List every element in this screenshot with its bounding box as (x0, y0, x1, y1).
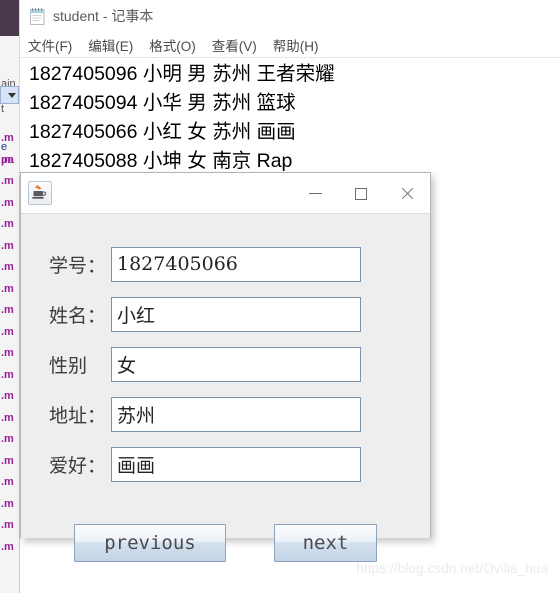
list-item[interactable]: .m (0, 322, 19, 344)
list-item[interactable]: .m (0, 150, 19, 172)
student-info-dialog: 学号： 1827405066 姓名： 小红 性别 女 地址： 苏州 爱好： 画画… (20, 172, 431, 562)
list-item[interactable]: .m (0, 128, 19, 150)
address-input[interactable]: 苏州 (111, 396, 361, 432)
menu-file[interactable]: 文件(F) (28, 35, 72, 55)
form-row-student-id: 学号： 1827405066 (21, 246, 430, 282)
close-icon (400, 187, 414, 201)
list-item[interactable]: .m (0, 472, 19, 494)
student-id-label: 学号： (49, 254, 107, 277)
form-row-gender: 性别 女 (21, 346, 430, 382)
next-button[interactable]: next (274, 524, 377, 562)
notepad-menubar: 文件(F) 编辑(E) 格式(O) 查看(V) 帮助(H) (20, 32, 559, 58)
minimize-button[interactable] (292, 173, 338, 214)
list-item[interactable]: .m (0, 429, 19, 451)
notepad-text-area[interactable]: 1827405096 小明 男 苏州 王者荣耀 1827405094 小华 男 … (20, 58, 559, 176)
list-item[interactable]: .m (0, 515, 19, 537)
list-item[interactable]: .m (0, 343, 19, 365)
menu-view[interactable]: 查看(V) (212, 35, 257, 55)
notepad-window: student - 记事本 文件(F) 编辑(E) 格式(O) 查看(V) 帮助… (19, 0, 559, 176)
form-row-name: 姓名： 小红 (21, 296, 430, 332)
list-item[interactable]: .m (0, 257, 19, 279)
list-item[interactable]: .m (0, 236, 19, 258)
form-row-address: 地址： 苏州 (21, 396, 430, 432)
ide-titlebar-strip (0, 0, 19, 36)
list-item[interactable]: .m (0, 537, 19, 559)
menu-edit[interactable]: 编辑(E) (88, 35, 133, 55)
list-item[interactable]: .m (0, 193, 19, 215)
name-input[interactable]: 小红 (111, 296, 361, 332)
list-item[interactable]: .m (0, 279, 19, 301)
text-line: 1827405066 小红 女 苏州 画画 (29, 121, 296, 143)
menu-format[interactable]: 格式(O) (149, 35, 196, 55)
hobby-input[interactable]: 画画 (111, 446, 361, 482)
menu-help[interactable]: 帮助(H) (273, 35, 319, 55)
notepad-titlebar[interactable]: student - 记事本 (20, 0, 559, 32)
close-button[interactable] (384, 173, 430, 214)
watermark: https://blog.csdn.net/Ovilia_hua (356, 561, 548, 576)
list-item[interactable]: .m (0, 300, 19, 322)
form-row-hobby: 爱好： 画画 (21, 446, 430, 482)
previous-button[interactable]: previous (74, 524, 226, 562)
gender-input[interactable]: 女 (111, 346, 361, 382)
hobby-label: 爱好： (49, 454, 107, 477)
student-id-input[interactable]: 1827405066 (111, 246, 361, 282)
address-label: 地址： (49, 404, 107, 427)
dialog-body: 学号： 1827405066 姓名： 小红 性别 女 地址： 苏州 爱好： 画画… (21, 214, 430, 562)
minimize-icon (308, 193, 322, 194)
notepad-icon (29, 7, 46, 26)
name-label: 姓名： (49, 304, 107, 327)
list-item[interactable]: .m (0, 386, 19, 408)
dialog-button-bar: previous next (21, 522, 430, 564)
text-line: 1827405094 小华 男 苏州 篮球 (29, 92, 296, 114)
list-item[interactable]: .m (0, 171, 19, 193)
gender-label: 性别 (49, 354, 88, 377)
dialog-titlebar[interactable] (21, 173, 430, 214)
list-item[interactable]: .m (0, 408, 19, 430)
chevron-down-icon (8, 93, 16, 98)
ide-combobox[interactable] (0, 86, 19, 104)
dialog-window-controls (292, 173, 430, 214)
notepad-title: student - 记事本 (53, 8, 154, 24)
maximize-icon (355, 187, 367, 200)
text-line: 1827405096 小明 男 苏州 王者荣耀 (29, 63, 335, 85)
list-item[interactable]: .m (0, 365, 19, 387)
java-coffee-cup-icon (28, 181, 52, 205)
ide-fragment: t (1, 103, 5, 115)
maximize-button[interactable] (338, 173, 384, 214)
ide-file-list[interactable]: .m .m .m .m .m .m .m .m .m .m .m .m .m .… (0, 128, 19, 588)
list-item[interactable]: .m (0, 451, 19, 473)
list-item[interactable]: .m (0, 214, 19, 236)
list-item[interactable]: .m (0, 494, 19, 516)
